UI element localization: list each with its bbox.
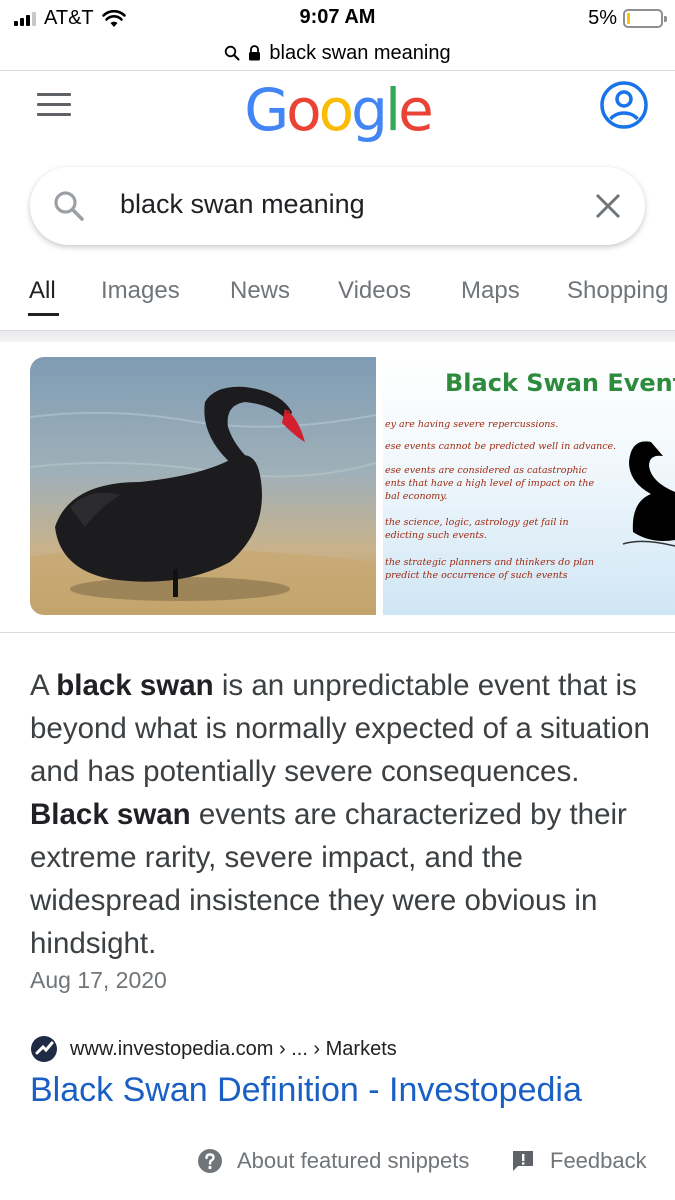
tab-maps[interactable]: Maps xyxy=(461,277,520,305)
image-text-line: ese events are considered as catastrophi… xyxy=(385,465,588,476)
tab-videos[interactable]: Videos xyxy=(338,277,411,305)
about-featured-snippets[interactable]: About featured snippets xyxy=(197,1145,469,1177)
tab-news[interactable]: News xyxy=(230,277,290,305)
search-input[interactable]: black swan meaning xyxy=(120,189,365,220)
image-text-line: bal economy. xyxy=(385,491,448,502)
logo-letter: G xyxy=(244,76,289,144)
snippet-bold: black swan xyxy=(56,669,214,702)
result-source[interactable]: www.investopedia.com › ... › Markets xyxy=(30,1035,397,1063)
battery-icon xyxy=(623,9,667,28)
feedback-label: Feedback xyxy=(550,1148,647,1173)
address-text: black swan meaning xyxy=(269,41,451,64)
snippet-date: Aug 17, 2020 xyxy=(30,967,167,993)
search-icon[interactable] xyxy=(52,189,86,223)
image-text-line: the science, logic, astrology get fail i… xyxy=(385,517,569,528)
search-icon xyxy=(225,45,240,61)
tab-images[interactable]: Images xyxy=(101,277,180,305)
battery-percent: 5% xyxy=(588,7,617,29)
tabs-separator xyxy=(0,330,675,342)
featured-snippet-text: A black swan is an unpredictable event t… xyxy=(30,664,650,965)
feedback-button[interactable]: Feedback xyxy=(510,1145,647,1177)
about-label: About featured snippets xyxy=(237,1148,470,1173)
image-text-line: edicting such events. xyxy=(385,530,488,541)
feedback-icon xyxy=(513,1151,533,1171)
status-time: 9:07 AM xyxy=(299,6,376,28)
status-right: 5% xyxy=(588,7,667,30)
logo-letter: o xyxy=(318,76,354,144)
image-text-line: ese events cannot be predicted well in a… xyxy=(385,441,617,452)
tab-shopping[interactable]: Shopping xyxy=(567,277,668,305)
result-title-link[interactable]: Black Swan Definition - Investopedia xyxy=(30,1071,582,1110)
lock-icon xyxy=(249,45,261,61)
close-icon[interactable] xyxy=(593,191,623,221)
google-logo[interactable]: Google xyxy=(0,76,675,144)
image-text-line: ey are having severe repercussions. xyxy=(385,419,559,430)
black-swan-photo[interactable] xyxy=(30,357,376,615)
image-text-line: ents that have a high level of impact on… xyxy=(385,478,595,489)
logo-letter: g xyxy=(351,76,388,144)
image-text-line: the strategic planners and thinkers do p… xyxy=(385,557,594,568)
status-bar: AT&T 9:07 AM 5% xyxy=(0,0,675,36)
images-divider xyxy=(0,632,675,633)
image-title: Black Swan Event xyxy=(445,369,675,397)
active-tab-indicator xyxy=(28,313,59,316)
black-swan-event-image[interactable]: Black Swan Event ey are having severe re… xyxy=(383,357,675,615)
image-text-line: predict the occurrence of such events xyxy=(385,570,568,581)
swan-silhouette-icon xyxy=(622,441,675,547)
snippet-text: A xyxy=(30,669,57,702)
investopedia-favicon-icon xyxy=(31,1036,57,1062)
logo-letter: l xyxy=(384,76,401,144)
logo-letter: o xyxy=(286,76,321,144)
account-icon[interactable] xyxy=(599,80,649,130)
snippet-bold: Black swan xyxy=(30,798,191,831)
search-box[interactable]: black swan meaning xyxy=(30,167,645,245)
tab-all[interactable]: All xyxy=(29,277,56,305)
header-divider xyxy=(0,70,675,71)
address-bar[interactable]: black swan meaning xyxy=(0,36,675,70)
help-circle-icon xyxy=(198,1149,222,1173)
result-breadcrumb: www.investopedia.com › ... › Markets xyxy=(70,1037,397,1060)
search-tabs: All Images News Videos Maps Shopping xyxy=(0,272,675,322)
logo-letter: e xyxy=(398,76,434,144)
